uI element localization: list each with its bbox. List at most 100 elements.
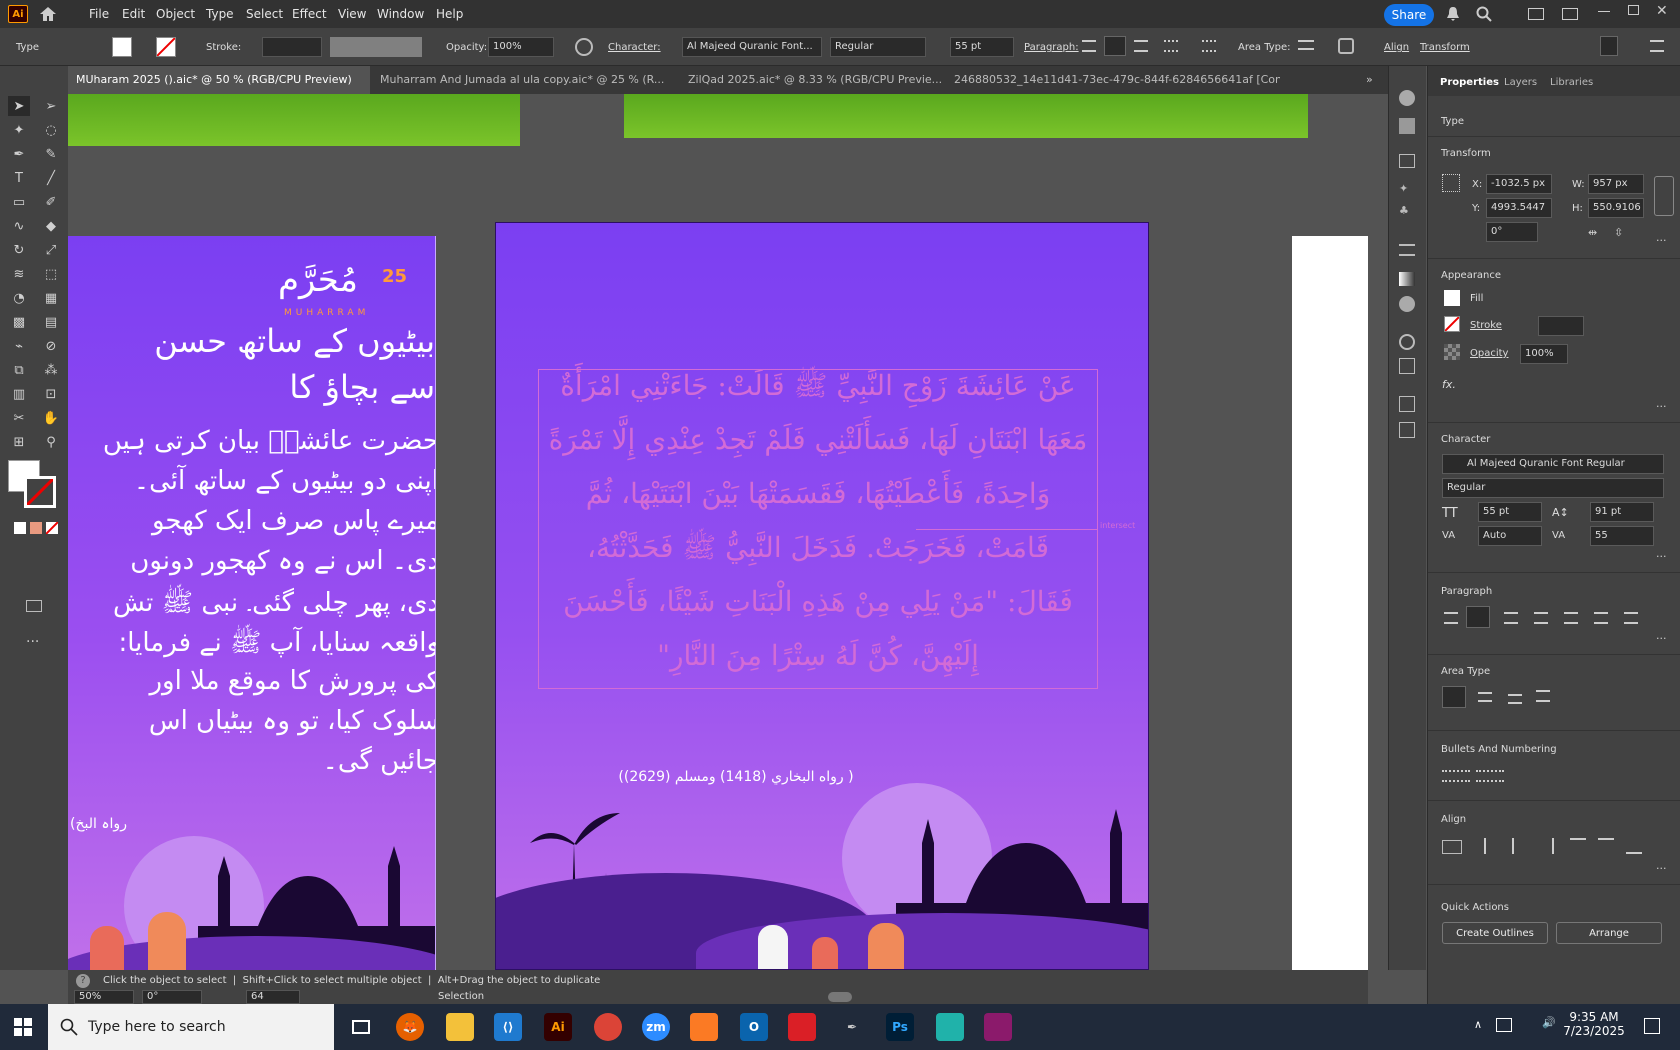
stroke-color-swatch[interactable] <box>1444 316 1460 332</box>
brushes-icon[interactable]: ✦ <box>1399 182 1415 198</box>
horizontal-scrollbar-thumb[interactable] <box>828 992 852 1002</box>
outlook-icon[interactable]: O <box>740 1013 768 1041</box>
transform-link[interactable]: Transform <box>1420 42 1470 53</box>
workspace-icon[interactable] <box>1528 8 1544 20</box>
doc-tab-4[interactable]: 246880532_14e11d41-73ec-479c-844f-628465… <box>946 66 1280 94</box>
firefox-icon[interactable]: 🦊 <box>396 1013 424 1041</box>
volume-icon[interactable]: 🔊 <box>1542 1016 1556 1029</box>
notifications-icon[interactable] <box>1644 1018 1660 1034</box>
none-mode-icon[interactable] <box>45 521 59 535</box>
illustrator-taskbar-icon[interactable]: Ai <box>544 1013 572 1041</box>
taskbar-search-box[interactable]: Type here to search <box>48 1004 334 1050</box>
gradient-tool-icon[interactable]: ▤ <box>40 312 62 332</box>
tray-chevron-icon[interactable]: ∧ <box>1474 1018 1482 1031</box>
transparency-panel-icon[interactable] <box>1399 296 1415 312</box>
align-left-edges-icon[interactable] <box>1484 838 1498 854</box>
menu-view[interactable]: View <box>338 7 366 21</box>
xampp-icon[interactable] <box>690 1013 718 1041</box>
font-family-input[interactable]: Al Majeed Quranic Font Regular <box>1442 454 1664 474</box>
more-options-icon[interactable]: ··· <box>1656 400 1667 413</box>
creative-cloud-icon[interactable] <box>788 1013 816 1041</box>
menu-window[interactable]: Window <box>377 7 424 21</box>
photoshop-icon[interactable]: Ps <box>886 1013 914 1041</box>
paintbrush-icon[interactable]: ✐ <box>40 192 62 212</box>
artboard-tool-icon[interactable]: ⊡ <box>40 384 62 404</box>
direct-selection-tool-icon[interactable]: ➢ <box>40 96 62 116</box>
artboard-number-field[interactable]: 64 <box>246 990 300 1004</box>
network-icon[interactable] <box>1496 1018 1512 1032</box>
graph-tool-icon[interactable]: ▥ <box>8 384 30 404</box>
file-explorer-icon[interactable] <box>446 1013 474 1041</box>
stroke-label[interactable]: Stroke <box>1470 320 1502 331</box>
rotate-angle-field[interactable]: 0° <box>1486 222 1538 242</box>
mesh-tool-icon[interactable]: ▩ <box>8 312 30 332</box>
para-align-right-icon[interactable] <box>1504 612 1518 624</box>
fx-icon[interactable]: fx. <box>1442 378 1456 391</box>
menu-select[interactable]: Select <box>246 7 283 21</box>
align-bottom-edges-icon[interactable] <box>1626 838 1642 854</box>
align-right-edges-icon[interactable] <box>1540 838 1554 854</box>
line-tool-icon[interactable]: ╱ <box>40 168 62 188</box>
scale-tool-icon[interactable]: ⤢ <box>40 240 62 260</box>
graphic-styles-icon[interactable] <box>1399 358 1415 374</box>
canvas[interactable]: 25 مُحَرَّم MUHARRAM بیٹیوں کے ساتھ حسن … <box>68 94 1368 970</box>
eraser-icon[interactable]: ◆ <box>40 216 62 236</box>
rotate-tool-icon[interactable]: ↻ <box>8 240 30 260</box>
curvature-tool-icon[interactable]: ✎ <box>40 144 62 164</box>
character-label[interactable]: Character: <box>608 42 661 53</box>
winrar-icon[interactable] <box>984 1013 1012 1041</box>
para-align-left-icon[interactable] <box>1444 612 1458 624</box>
flip-horizontal-icon[interactable]: ⇹ <box>1588 226 1597 239</box>
numbering-dropdown-icon[interactable] <box>1476 770 1504 782</box>
tab-properties[interactable]: Properties <box>1440 77 1499 88</box>
reference-point-icon[interactable] <box>1442 174 1460 192</box>
more-options-icon[interactable]: ··· <box>1656 632 1667 645</box>
align-center-icon[interactable] <box>1104 36 1126 56</box>
hand-tool-icon[interactable]: ✋ <box>40 408 62 428</box>
align-link[interactable]: Align <box>1384 42 1409 53</box>
more-tabs-icon[interactable]: » <box>1366 73 1373 86</box>
font-size-input[interactable]: 55 pt <box>1478 502 1542 522</box>
leading-input[interactable]: 91 pt <box>1590 502 1654 522</box>
share-button[interactable]: Share <box>1384 4 1434 26</box>
kerning-input[interactable]: Auto <box>1478 526 1542 546</box>
pen-app-icon[interactable]: ✒ <box>838 1013 866 1041</box>
menu-edit[interactable]: Edit <box>122 7 145 21</box>
eyedropper-icon[interactable]: ⌁ <box>8 336 30 356</box>
fill-color-swatch[interactable] <box>1444 290 1460 306</box>
chrome-icon[interactable] <box>594 1013 622 1041</box>
area-type-top-icon[interactable] <box>1442 686 1466 708</box>
opacity-input[interactable]: 100% <box>1520 344 1568 364</box>
rotation-field[interactable]: 0° <box>142 990 202 1004</box>
para-justify-icon[interactable] <box>1534 612 1548 624</box>
search-icon[interactable] <box>1476 6 1492 22</box>
area-type-bottom-icon[interactable] <box>1508 694 1522 704</box>
y-field[interactable]: 4993.5447 <box>1486 198 1552 218</box>
font-size-field[interactable]: 55 pt <box>950 37 1014 57</box>
app-icon-diamond[interactable] <box>936 1013 964 1041</box>
font-style-field[interactable]: Regular <box>830 37 926 57</box>
more-options-icon[interactable]: ··· <box>1656 862 1667 875</box>
stroke-color-box[interactable] <box>24 476 56 508</box>
more-options-icon[interactable]: ··· <box>1656 234 1667 247</box>
close-icon[interactable]: ✕ <box>1656 3 1668 19</box>
task-view-icon[interactable] <box>352 1020 370 1034</box>
align-to-icon[interactable] <box>1442 840 1462 854</box>
flip-vertical-icon[interactable]: ⇳ <box>1614 226 1623 239</box>
align-h-center-icon[interactable] <box>1512 838 1526 854</box>
para-justify-all-icon[interactable] <box>1624 612 1638 624</box>
magic-wand-icon[interactable]: ✦ <box>8 120 30 140</box>
constrain-proportions-icon[interactable] <box>1654 176 1674 216</box>
print-tiling-icon[interactable]: ⊞ <box>8 432 30 452</box>
menu-effect[interactable]: Effect <box>292 7 327 21</box>
color-panel-icon[interactable] <box>1399 90 1415 106</box>
screen-mode-icon[interactable] <box>26 600 42 612</box>
artboard-left[interactable]: 25 مُحَرَّم MUHARRAM بیٹیوں کے ساتھ حسن … <box>68 236 436 970</box>
measure-icon[interactable]: ⊘ <box>40 336 62 356</box>
font-family-field[interactable]: Al Majeed Quranic Font... <box>682 37 822 57</box>
restore-icon[interactable] <box>1628 5 1639 15</box>
artboard-main[interactable]: عَنْ عَائِشَةَ زَوْجِ النَّبِيِّ ﷺ قَالَ… <box>495 222 1149 970</box>
para-align-center-icon[interactable] <box>1466 606 1490 628</box>
perspective-grid-icon[interactable]: ▦ <box>40 288 62 308</box>
warp-tool-icon[interactable]: ≋ <box>8 264 30 284</box>
